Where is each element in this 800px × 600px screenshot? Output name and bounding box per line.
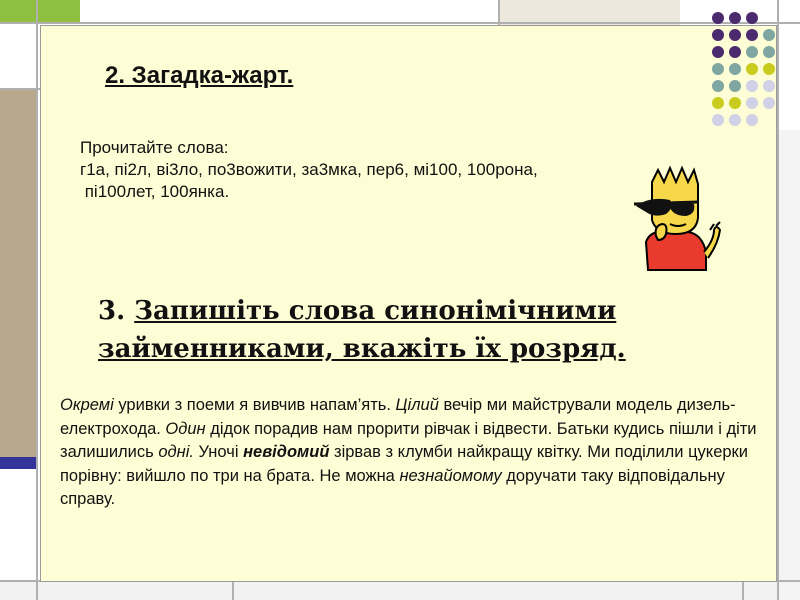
riddle-intro: Прочитайте слова: [80, 138, 229, 157]
emphasized-word: Окремі [60, 396, 114, 414]
decorative-dot [712, 80, 724, 92]
left-navy-stripe [0, 457, 38, 469]
decorative-dot [746, 80, 758, 92]
left-brown-block [0, 90, 38, 460]
decorative-dot [729, 63, 741, 75]
right-gray-block [777, 130, 800, 600]
frame-line [777, 0, 779, 600]
riddle-line-1: г1а, пі2л, ві3ло, по3вожити, за3мка, пер… [80, 160, 538, 179]
decorative-dot [729, 46, 741, 58]
decorative-dot [712, 63, 724, 75]
decorative-dot [746, 29, 758, 41]
decorative-dot [763, 80, 775, 92]
slide-title: 2. Загадка-жарт. [105, 62, 294, 89]
decorative-dot [712, 97, 724, 109]
decorative-dot [746, 114, 758, 126]
decorative-dot [763, 63, 775, 75]
paragraph-text: уривки з поеми я вивчив напам’ять. [113, 396, 396, 414]
frame-line [0, 88, 40, 90]
decorative-dot [729, 80, 741, 92]
task-heading: 3. Запишіть слова синонімічними займенни… [98, 292, 718, 368]
decorative-dot [763, 29, 775, 41]
riddle-words: Прочитайте слова: г1а, пі2л, ві3ло, по3в… [80, 137, 640, 203]
decorative-dot [712, 114, 724, 126]
decorative-dot [746, 46, 758, 58]
decorative-dot [763, 46, 775, 58]
decorative-dot [729, 29, 741, 41]
frame-line [498, 0, 500, 25]
task-number: 3. [98, 296, 126, 326]
riddle-line-2: пі100лет, 100янка. [80, 182, 230, 201]
cartoon-character-illustration [633, 165, 722, 271]
task-text: Запишіть слова синонімічними займенникам… [98, 296, 626, 364]
emphasized-word: одні. [158, 443, 194, 461]
decorative-dot [712, 12, 724, 24]
decorative-dot [746, 97, 758, 109]
emphasized-word: Цілий [395, 396, 439, 414]
green-accent-block [0, 0, 80, 22]
exercise-paragraph: Окремі уривки з поеми я вивчив напам’ять… [60, 394, 760, 512]
decorative-dot [729, 97, 741, 109]
bottom-gray-block [0, 582, 800, 600]
frame-line [36, 0, 38, 600]
paragraph-text: Уночі [193, 443, 244, 461]
top-gray-block [80, 0, 498, 22]
decorative-dot [729, 114, 741, 126]
decorative-dot [712, 46, 724, 58]
emphasized-word: невідомий [243, 443, 330, 461]
emphasized-word: Один [165, 419, 206, 438]
decorative-dot [763, 97, 775, 109]
decorative-dot [712, 29, 724, 41]
frame-line [742, 580, 744, 600]
decorative-dot [729, 12, 741, 24]
emphasized-word: незнайомому [399, 466, 502, 485]
frame-line [0, 22, 800, 24]
decorative-dot [746, 12, 758, 24]
frame-line [232, 580, 234, 600]
decorative-dot [746, 63, 758, 75]
